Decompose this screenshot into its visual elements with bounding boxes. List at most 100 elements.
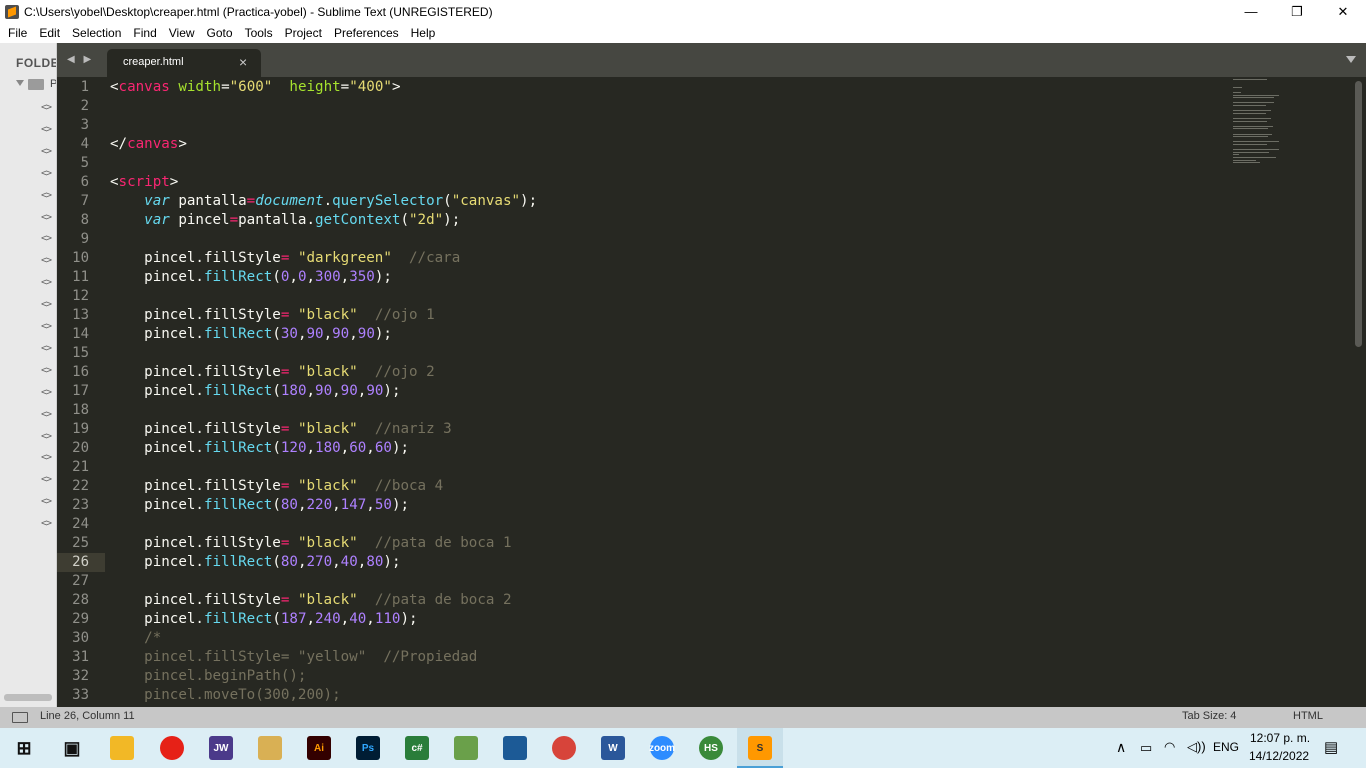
code-line[interactable]: var pantalla=document.querySelector("can… bbox=[110, 192, 537, 211]
code-line[interactable]: pincel.fillRect(30,90,90,90); bbox=[110, 325, 392, 344]
code-line[interactable]: pincel.fillStyle= "black" //ojo 2 bbox=[110, 363, 434, 382]
chevron-up-icon[interactable]: ∧ bbox=[1116, 739, 1126, 756]
tab-creaper-html[interactable]: creaper.html × bbox=[107, 49, 261, 77]
menu-view[interactable]: View bbox=[163, 23, 201, 43]
menu-goto[interactable]: Goto bbox=[201, 23, 239, 43]
menu-preferences[interactable]: Preferences bbox=[328, 23, 405, 43]
wifi-icon[interactable]: ◠ bbox=[1164, 739, 1175, 755]
zoom-icon[interactable]: zoom bbox=[649, 736, 675, 760]
code-line[interactable]: pincel.fillStyle= "black" //pata de boca… bbox=[110, 534, 511, 553]
photoshop-icon[interactable]: Ps bbox=[356, 736, 380, 760]
sidebar-file-icon[interactable]: <> bbox=[41, 496, 52, 507]
folder-name[interactable]: P bbox=[50, 78, 56, 90]
sidebar-file-icon[interactable]: <> bbox=[41, 431, 52, 442]
youtube-icon[interactable] bbox=[160, 736, 184, 760]
sidebar-file-icon[interactable]: <> bbox=[41, 387, 52, 398]
code-line[interactable]: var pincel=pantalla.getContext("2d"); bbox=[110, 211, 460, 230]
tab-size[interactable]: Tab Size: 4 bbox=[1182, 710, 1236, 722]
sidebar-file-icon[interactable]: <> bbox=[41, 365, 52, 376]
sidebar-file-icon[interactable]: <> bbox=[41, 255, 52, 266]
clock-time[interactable]: 12:07 p. m. bbox=[1250, 731, 1310, 745]
panel-toggle-icon[interactable] bbox=[12, 712, 28, 723]
sublime-app-icon bbox=[5, 4, 19, 19]
volume-icon[interactable]: ◁)) bbox=[1187, 739, 1206, 755]
folder-expand-icon[interactable] bbox=[16, 80, 24, 86]
code-line[interactable]: pincel.fillRect(120,180,60,60); bbox=[110, 439, 409, 458]
tab-dropdown-icon[interactable] bbox=[1346, 56, 1356, 63]
sidebar-file-icon[interactable]: <> bbox=[41, 321, 52, 332]
sidebar-file-icon[interactable]: <> bbox=[41, 233, 52, 244]
menu-selection[interactable]: Selection bbox=[66, 23, 127, 43]
visual-c-icon[interactable]: c# bbox=[405, 736, 429, 760]
minimize-button[interactable]: — bbox=[1228, 0, 1274, 23]
start-icon[interactable]: ⊞ bbox=[12, 736, 36, 760]
file-explorer-icon[interactable] bbox=[110, 736, 134, 760]
menu-tools[interactable]: Tools bbox=[239, 23, 279, 43]
maximize-button[interactable]: ❐ bbox=[1274, 0, 1320, 23]
code-line[interactable]: pincel.fillStyle= "yellow" //Propiedad bbox=[110, 648, 477, 667]
code-line[interactable]: <canvas width="600" height="400"> bbox=[110, 78, 400, 97]
tab-nav-arrows[interactable]: ◀ ▶ bbox=[67, 54, 94, 65]
sidebar-file-icon[interactable]: <> bbox=[41, 124, 52, 135]
code-line[interactable]: pincel.fillRect(187,240,40,110); bbox=[110, 610, 417, 629]
sidebar-file-icon[interactable]: <> bbox=[41, 190, 52, 201]
task-view-icon[interactable]: ▣ bbox=[60, 736, 84, 760]
code-line[interactable]: pincel.fillRect(80,220,147,50); bbox=[110, 496, 409, 515]
code-area[interactable]: <canvas width="600" height="400"> </canva… bbox=[110, 77, 1220, 707]
code-line[interactable]: pincel.fillStyle= "black" //nariz 3 bbox=[110, 420, 452, 439]
sidebar-file-icon[interactable]: <> bbox=[41, 518, 52, 529]
code-token: pincel bbox=[169, 212, 230, 228]
sidebar-file-icon[interactable]: <> bbox=[41, 452, 52, 463]
sidebar-file-icon[interactable]: <> bbox=[41, 409, 52, 420]
sidebar-file-icon[interactable]: <> bbox=[41, 146, 52, 157]
clock-date[interactable]: 14/12/2022 bbox=[1249, 749, 1309, 763]
chrome-icon[interactable] bbox=[552, 736, 576, 760]
word-icon[interactable]: W bbox=[601, 736, 625, 760]
notifications-icon[interactable]: ▤ bbox=[1324, 738, 1338, 756]
code-line[interactable]: pincel.fillStyle= "darkgreen" //cara bbox=[110, 249, 460, 268]
syntax-mode[interactable]: HTML bbox=[1293, 710, 1323, 722]
battery-icon[interactable]: ▭ bbox=[1140, 740, 1152, 756]
code-line[interactable]: pincel.beginPath(); bbox=[110, 667, 306, 686]
code-token: , bbox=[366, 440, 375, 456]
sidebar-file-icon[interactable]: <> bbox=[41, 343, 52, 354]
language-indicator[interactable]: ENG bbox=[1213, 740, 1239, 754]
notepad-icon[interactable] bbox=[258, 736, 282, 760]
close-button[interactable]: ✕ bbox=[1320, 0, 1366, 23]
code-line[interactable]: pincel.fillRect(180,90,90,90); bbox=[110, 382, 400, 401]
menu-edit[interactable]: Edit bbox=[33, 23, 66, 43]
code-editor[interactable]: 1 2 3 4 5 6 7 8 9 10 11 12 13 14 15 16 17 18 19 20 21 22 23 24 2… bbox=[57, 77, 1366, 707]
jw-icon[interactable]: JW bbox=[209, 736, 233, 760]
sublime-icon[interactable]: S bbox=[748, 736, 772, 760]
menu-help[interactable]: Help bbox=[405, 23, 442, 43]
menu-find[interactable]: Find bbox=[127, 23, 162, 43]
code-line[interactable]: pincel.fillStyle= "black" //ojo 1 bbox=[110, 306, 434, 325]
minimap[interactable] bbox=[1231, 77, 1291, 177]
vertical-scrollbar[interactable] bbox=[1355, 81, 1362, 347]
sidebar-file-icon[interactable]: <> bbox=[41, 299, 52, 310]
sidebar-file-icon[interactable]: <> bbox=[41, 474, 52, 485]
sidebar-file-icon[interactable]: <> bbox=[41, 277, 52, 288]
sidebar-file-icon[interactable]: <> bbox=[41, 212, 52, 223]
virtualbox-icon[interactable] bbox=[503, 736, 527, 760]
paint-icon[interactable] bbox=[454, 736, 478, 760]
code-line[interactable]: <script> bbox=[110, 173, 178, 192]
illustrator-icon[interactable]: Ai bbox=[307, 736, 331, 760]
code-token: "600" bbox=[229, 79, 273, 95]
code-line[interactable]: pincel.moveTo(300,200); bbox=[110, 686, 340, 705]
code-line[interactable]: pincel.fillStyle= "black" //pata de boca… bbox=[110, 591, 511, 610]
code-line[interactable]: /* bbox=[110, 629, 161, 648]
tab-close-icon[interactable]: × bbox=[239, 54, 247, 70]
sidebar-file-icon[interactable]: <> bbox=[41, 168, 52, 179]
code-line[interactable]: pincel.fillRect(80,270,40,80); bbox=[110, 553, 400, 572]
code-token: 80 bbox=[280, 497, 298, 513]
hs-icon[interactable]: HS bbox=[699, 736, 723, 760]
code-line[interactable]: pincel.fillRect(0,0,300,350); bbox=[110, 268, 392, 287]
sidebar-scrollbar[interactable] bbox=[4, 694, 52, 701]
menu-project[interactable]: Project bbox=[279, 23, 328, 43]
sidebar-file-icon[interactable]: <> bbox=[41, 102, 52, 113]
code-token: height bbox=[289, 79, 341, 95]
code-line[interactable]: pincel.fillStyle= "black" //boca 4 bbox=[110, 477, 443, 496]
menu-file[interactable]: File bbox=[2, 23, 33, 43]
code-line[interactable]: </canvas> bbox=[110, 135, 187, 154]
